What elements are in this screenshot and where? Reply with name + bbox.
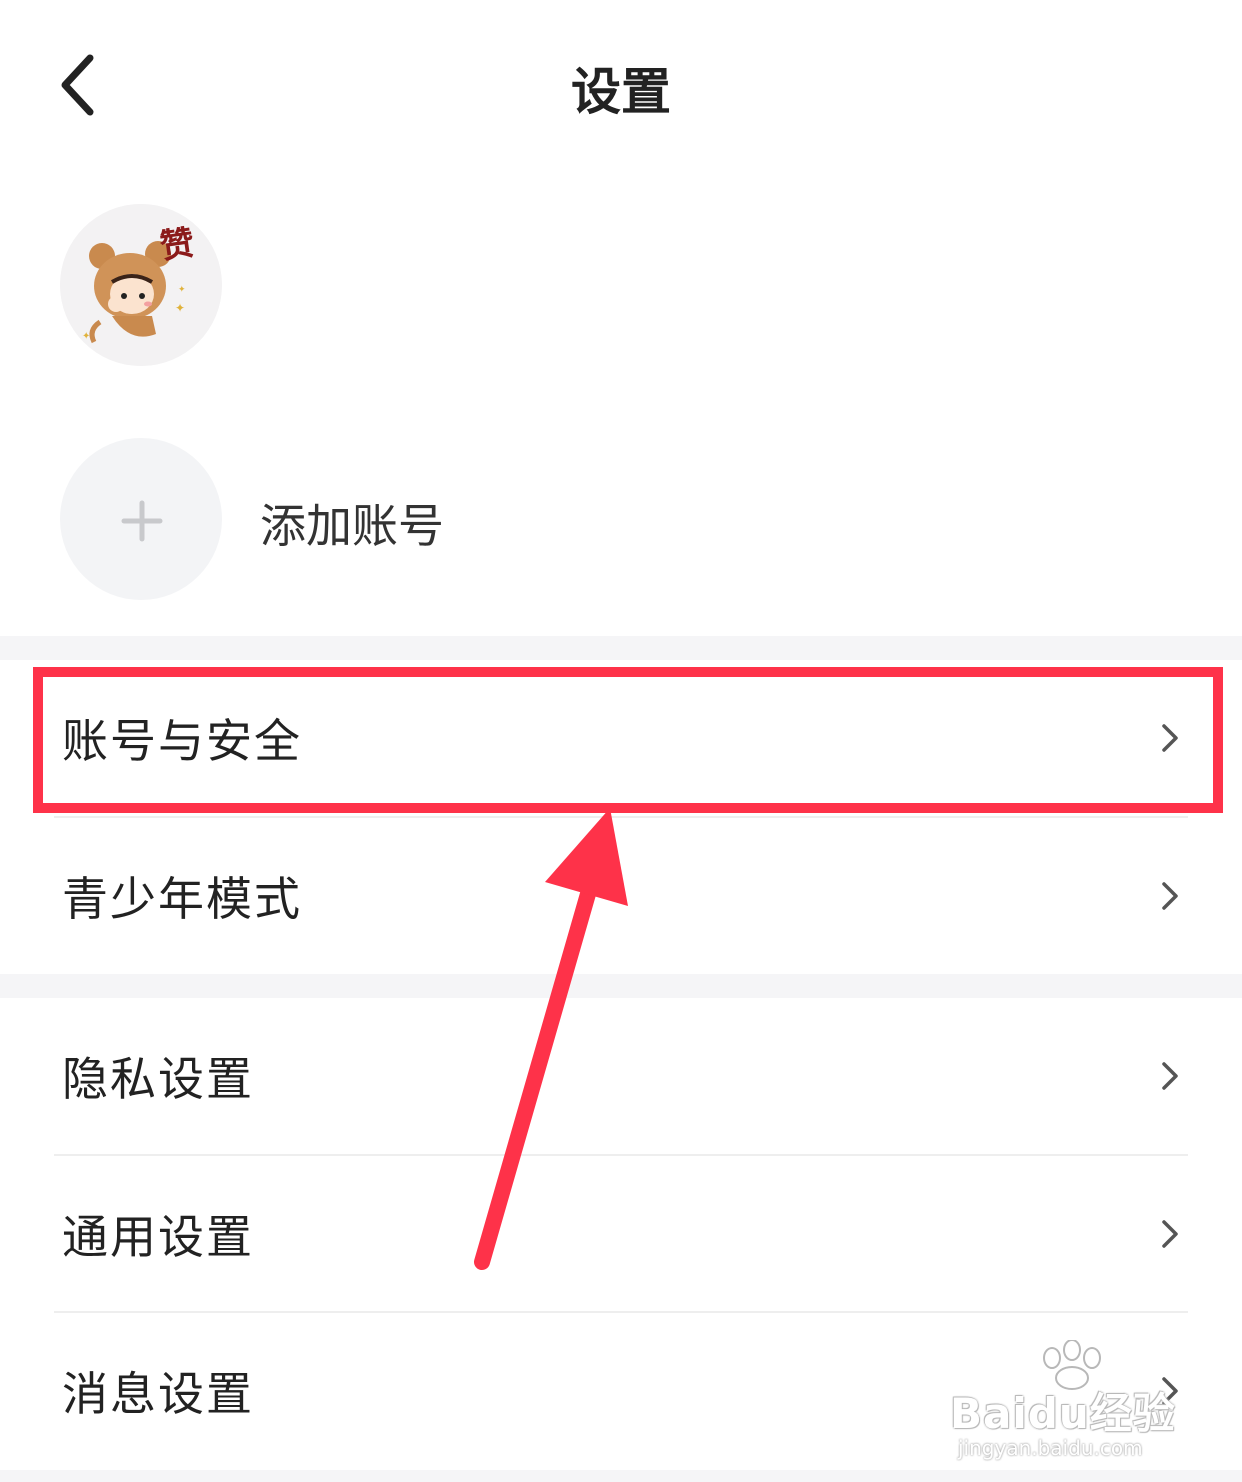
section-separator [0, 636, 1242, 660]
chevron-right-icon [1162, 1377, 1178, 1405]
chevron-right-icon [1162, 1062, 1178, 1090]
svg-text:✦: ✦ [175, 301, 185, 315]
section-separator [0, 1470, 1242, 1482]
settings-item-label: 账号与安全 [62, 714, 302, 768]
chevron-right-icon [1162, 724, 1178, 752]
settings-item-notifications[interactable]: 消息设置 [0, 1313, 1242, 1469]
avatar-sticker-text: 赞 [158, 223, 197, 267]
settings-item-account-security[interactable]: 账号与安全 [0, 660, 1242, 816]
avatar[interactable]: ✦ ✦ ✦ 赞 [60, 204, 222, 366]
page-title: 设置 [571, 63, 671, 121]
settings-item-label: 通用设置 [62, 1210, 254, 1264]
plus-icon [121, 500, 163, 542]
svg-text:✦: ✦ [82, 331, 90, 342]
chevron-right-icon [1162, 1220, 1178, 1248]
settings-item-label: 隐私设置 [62, 1052, 254, 1106]
avatar-bear-sticker-icon: ✦ ✦ ✦ 赞 [60, 204, 222, 366]
svg-text:✦: ✦ [178, 285, 186, 295]
current-account-row[interactable]: ✦ ✦ ✦ 赞 [0, 200, 1242, 370]
header-bar: 设置 [0, 0, 1242, 170]
settings-item-privacy[interactable]: 隐私设置 [0, 998, 1242, 1154]
settings-item-general[interactable]: 通用设置 [0, 1156, 1242, 1312]
settings-item-teen-mode[interactable]: 青少年模式 [0, 818, 1242, 974]
add-account-label: 添加账号 [260, 499, 444, 553]
settings-item-label: 青少年模式 [62, 872, 302, 926]
settings-item-label: 消息设置 [62, 1367, 254, 1421]
section-separator [0, 974, 1242, 998]
chevron-right-icon [1162, 882, 1178, 910]
add-account-circle[interactable] [60, 438, 222, 600]
username-redacted [262, 255, 1182, 315]
add-account-row[interactable]: 添加账号 [0, 438, 1242, 602]
